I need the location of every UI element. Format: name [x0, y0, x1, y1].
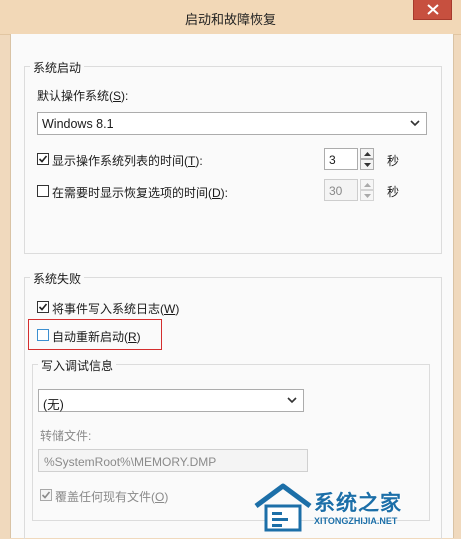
house-logo-icon: [254, 483, 312, 532]
spin-up-icon: [364, 152, 371, 156]
show-os-list-label: 显示操作系统列表的时间(T):: [52, 154, 203, 168]
dialog-body: 系统启动 默认操作系统(S): Windows 8.1 显示操作系统列表的时间(…: [10, 34, 454, 539]
chevron-down-icon: [410, 120, 420, 127]
debug-info-value: (无): [43, 398, 64, 412]
show-os-list-spin-down[interactable]: [360, 159, 374, 170]
show-recovery-spin-down[interactable]: [360, 190, 374, 201]
debug-info-legend: 写入调试信息: [38, 357, 117, 374]
show-recovery-spin-up[interactable]: [360, 179, 374, 190]
auto-restart-label: 自动重新启动(R): [52, 330, 141, 344]
dump-file-value: %SystemRoot%\MEMORY.DMP: [44, 455, 217, 469]
default-os-label: 默认操作系统(S):: [37, 89, 129, 103]
show-recovery-spinner: [360, 179, 374, 201]
auto-restart-checkbox[interactable]: [37, 329, 49, 341]
write-event-log-checkbox[interactable]: [37, 301, 49, 313]
show-os-list-seconds-value: 3: [329, 153, 336, 167]
debug-info-select[interactable]: (无): [38, 389, 304, 412]
close-icon: [427, 4, 439, 15]
watermark-text: 系统之家: [314, 492, 402, 515]
watermark-url: XITONGZHIJIA.NET: [314, 516, 398, 526]
spin-down-icon: [364, 194, 371, 198]
window-title: 启动和故障恢复: [184, 12, 276, 27]
show-os-list-spin-up[interactable]: [360, 148, 374, 159]
dump-file-label: 转储文件:: [40, 429, 92, 443]
system-failure-legend: 系统失败: [30, 270, 85, 287]
checkmark-icon: [38, 303, 48, 311]
show-os-list-seconds-input[interactable]: 3: [324, 148, 358, 170]
show-recovery-label: 在需要时显示恢复选项的时间(D):: [52, 186, 229, 200]
write-event-log-label: 将事件写入系统日志(W): [52, 302, 180, 316]
default-os-select[interactable]: Windows 8.1: [37, 112, 427, 135]
show-os-list-checkbox[interactable]: [37, 153, 49, 165]
close-button[interactable]: [413, 0, 452, 20]
show-recovery-seconds-unit: 秒: [387, 185, 400, 199]
system-startup-legend: 系统启动: [30, 59, 85, 76]
show-recovery-checkbox[interactable]: [37, 185, 49, 197]
show-recovery-seconds-value: 30: [329, 184, 343, 198]
spin-down-icon: [364, 163, 371, 167]
overwrite-files-checkbox[interactable]: [40, 489, 52, 501]
overwrite-files-label: 覆盖任何现有文件(O): [55, 490, 169, 504]
dump-file-input[interactable]: %SystemRoot%\MEMORY.DMP: [38, 449, 308, 472]
checkmark-icon: [41, 491, 51, 499]
show-os-list-spinner: [360, 148, 374, 170]
default-os-value: Windows 8.1: [42, 117, 114, 131]
show-recovery-seconds-input[interactable]: 30: [324, 179, 358, 201]
spin-up-icon: [364, 183, 371, 187]
show-os-list-seconds-unit: 秒: [387, 154, 400, 168]
watermark: 系统之家 XITONGZHIJIA.NET: [254, 478, 454, 536]
checkmark-icon: [38, 155, 48, 163]
title-bar: 启动和故障恢复: [0, 0, 461, 35]
chevron-down-icon: [287, 397, 297, 404]
